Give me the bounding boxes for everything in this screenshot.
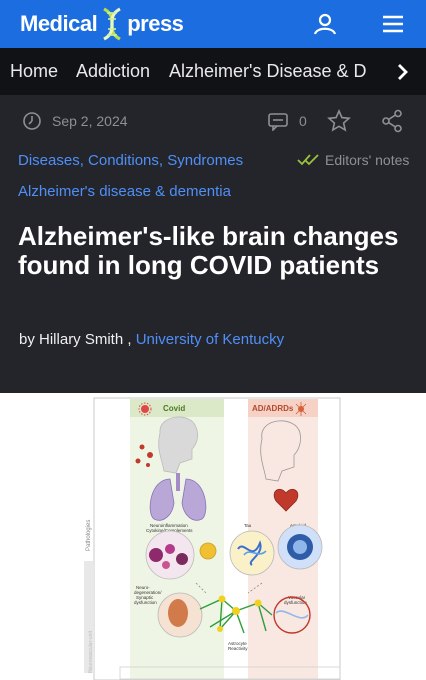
date-text: Sep 2, 2024 — [52, 113, 128, 129]
nav-scroll-right-button[interactable] — [380, 48, 426, 95]
menu-button[interactable] — [373, 4, 413, 44]
byline-separator: , — [127, 331, 132, 348]
comment-count: 0 — [299, 113, 307, 129]
comments-link[interactable]: 0 — [267, 111, 307, 131]
double-check-icon — [297, 154, 319, 166]
user-account-button[interactable] — [305, 4, 345, 44]
logo-text-right: press — [127, 11, 184, 36]
editors-notes-text: Editors' notes — [325, 152, 410, 168]
article-date: Sep 2, 2024 — [22, 111, 128, 131]
label-dysfunction: dysfunction — [134, 600, 157, 605]
chevron-right-icon — [398, 63, 408, 80]
author-name[interactable]: Hillary Smith — [39, 331, 123, 348]
dna-helix-icon — [103, 7, 122, 41]
axis-label-neurovascular: Neurovascular-unit — [88, 630, 94, 673]
nav-item-alzheimers[interactable]: Alzheimer's Disease & D — [169, 61, 367, 82]
category-nav: Home Addiction Alzheimer's Disease & D — [0, 48, 426, 95]
share-icon — [382, 109, 402, 133]
star-icon — [327, 109, 351, 132]
article-figure[interactable]: Covid AD/ADRDs Neuroinflammation Cytokin… — [0, 393, 426, 680]
nav-item-addiction[interactable]: Addiction — [76, 61, 150, 82]
editors-notes-link[interactable]: Editors' notes — [297, 152, 409, 168]
figure-illustration: Covid AD/ADRDs Neuroinflammation Cytokin… — [84, 397, 341, 680]
site-header: Medical press — [0, 0, 426, 48]
clock-icon — [23, 112, 41, 130]
panel-title-right: AD/ADRDs — [252, 404, 294, 413]
hamburger-menu-icon — [383, 15, 403, 33]
bookmark-button[interactable] — [327, 109, 351, 138]
label-reactivity: Reactivity — [228, 646, 248, 651]
comment-icon — [268, 113, 288, 131]
tag-alzheimers[interactable]: Alzheimer's disease & dementia — [18, 183, 231, 200]
panel-title-left: Covid — [163, 404, 185, 413]
article-title: Alzheimer's-like brain changes found in … — [18, 221, 399, 280]
article-meta: Sep 2, 2024 0 — [0, 105, 426, 139]
institution-link[interactable]: University of Kentucky — [136, 331, 284, 348]
nav-item-home[interactable]: Home — [10, 61, 58, 82]
logo-text-left: Medical — [20, 11, 98, 36]
axis-label-pathologies: Pathologies — [86, 520, 92, 551]
site-logo[interactable]: Medical press — [20, 4, 184, 44]
byline-prefix: by — [19, 331, 35, 348]
tag-diseases[interactable]: Diseases, Conditions, Syndromes — [18, 152, 243, 169]
user-icon — [313, 13, 337, 35]
byline: by Hillary Smith , University of Kentuck… — [19, 331, 284, 348]
label-tau: Tau — [244, 523, 252, 528]
share-button[interactable] — [381, 109, 403, 138]
